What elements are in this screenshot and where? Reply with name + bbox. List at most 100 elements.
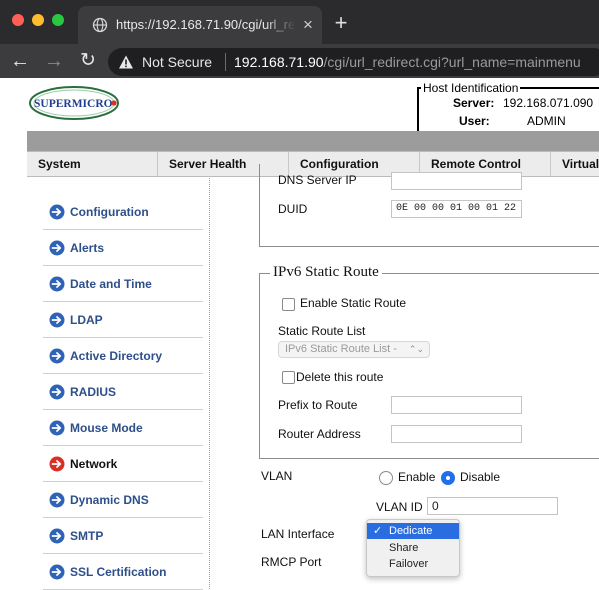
ipv6-static-route-group: IPv6 Static Route Enable Static Route St…: [259, 264, 599, 459]
arrow-right-circle-icon: [49, 276, 65, 292]
host-identification-box: Host Identification Server: 192.168.071.…: [417, 81, 599, 133]
lan-interface-option-share[interactable]: Share: [367, 540, 459, 556]
router-address-input[interactable]: [391, 425, 522, 443]
vlan-id-label: VLAN ID: [376, 500, 423, 514]
sidebar-item-smtp[interactable]: SMTP: [43, 518, 203, 554]
address-bar[interactable]: Not Secure 192.168.71.90/cgi/url_redirec…: [108, 48, 599, 76]
forward-arrow-icon[interactable]: →: [42, 49, 66, 73]
arrow-right-circle-icon: [49, 564, 65, 580]
arrow-right-circle-icon: [49, 492, 65, 508]
delete-route-label[interactable]: Delete this route: [296, 370, 383, 384]
sidebar-item-configuration[interactable]: Configuration: [43, 194, 203, 230]
dns-server-ip-label: DNS Server IP: [278, 173, 357, 187]
delete-route-checkbox[interactable]: [282, 371, 295, 384]
enable-static-route-checkbox[interactable]: [282, 298, 295, 311]
server-value: 192.168.071.090: [503, 96, 594, 110]
browser-tab[interactable]: https://192.168.71.90/cgi/url_re ×: [78, 6, 322, 44]
supermicro-logo[interactable]: SUPERMICRO: [28, 84, 120, 122]
sidebar-item-ldap[interactable]: LDAP: [43, 302, 203, 338]
url-host: 192.168.71.90: [234, 54, 324, 70]
router-address-label: Router Address: [278, 427, 361, 441]
globe-icon: [92, 17, 108, 33]
arrow-right-circle-icon: [49, 204, 65, 220]
host-identification-title: Host Identification: [421, 81, 521, 95]
dns-server-ip-input[interactable]: [391, 172, 522, 190]
ipv6-settings-group: DNS Server IP DUID 0E 00 00 01 00 01 22 …: [259, 164, 599, 247]
option-label: Share: [389, 542, 419, 554]
vlan-disable-label[interactable]: Disable: [460, 470, 500, 484]
url-text[interactable]: 192.168.71.90/cgi/url_redirect.cgi?url_n…: [234, 54, 581, 70]
duid-input[interactable]: 0E 00 00 01 00 01 22 9E: [391, 200, 522, 218]
lan-interface-label: LAN Interface: [261, 527, 335, 541]
sidebar-item-network[interactable]: Network: [43, 446, 203, 482]
sidebar-item-label: SSL Certification: [70, 565, 167, 579]
sidebar-item-label: RADIUS: [70, 385, 117, 399]
sidebar-divider: [209, 178, 210, 589]
ipv6-static-route-legend: IPv6 Static Route: [270, 264, 382, 281]
arrow-right-circle-icon: [49, 528, 65, 544]
sidebar-item-label: Active Directory: [70, 349, 163, 363]
lan-interface-option-failover[interactable]: Failover: [367, 556, 459, 572]
url-separator: [225, 53, 226, 71]
option-label: Failover: [389, 558, 429, 570]
tab-title-fade: [264, 12, 296, 38]
duid-label: DUID: [278, 202, 308, 216]
header-divider-bar: [27, 131, 599, 151]
vlan-id-input[interactable]: 0: [427, 497, 558, 515]
sidebar-item-date-and-time[interactable]: Date and Time: [43, 266, 203, 302]
close-tab-icon[interactable]: ×: [298, 15, 318, 35]
back-arrow-icon[interactable]: ←: [8, 49, 32, 73]
logo-wordmark: SUPERMICRO: [34, 98, 113, 110]
static-route-list-select[interactable]: IPv6 Static Route List - ⌃⌄: [278, 341, 430, 358]
window-minimize-button[interactable]: [32, 14, 44, 26]
server-label: Server:: [453, 96, 495, 110]
vlan-enable-radio[interactable]: [379, 471, 393, 485]
sidebar-item-mouse-mode[interactable]: Mouse Mode: [43, 410, 203, 446]
window-zoom-button[interactable]: [52, 14, 64, 26]
prefix-to-route-label: Prefix to Route: [278, 398, 358, 412]
option-label: Dedicate: [389, 525, 433, 537]
select-arrows-icon: ⌃⌄: [408, 344, 424, 354]
url-path: /cgi/url_redirect.cgi?url_name=mainmenu: [323, 54, 581, 70]
warning-triangle-icon[interactable]: [118, 54, 134, 70]
sidebar-item-label: LDAP: [70, 313, 103, 327]
nav-system[interactable]: System: [27, 152, 158, 176]
new-tab-button[interactable]: +: [330, 12, 352, 34]
static-route-list-label: Static Route List: [278, 324, 366, 338]
lan-interface-option-dedicate[interactable]: ✓ Dedicate: [367, 523, 459, 539]
arrow-right-circle-icon: [49, 240, 65, 256]
checkmark-icon: ✓: [373, 525, 383, 537]
vlan-disable-radio[interactable]: [441, 471, 455, 485]
network-settings-panel: DNS Server IP DUID 0E 00 00 01 00 01 22 …: [212, 164, 599, 587]
not-secure-label[interactable]: Not Secure: [142, 54, 212, 70]
sidebar-item-label: Mouse Mode: [70, 421, 143, 435]
browser-toolbar: ← → ↻ Not Secure 192.168.71.90/cgi/url_r…: [0, 44, 599, 78]
arrow-right-circle-icon: [49, 456, 65, 472]
sidebar-item-label: Alerts: [70, 241, 105, 255]
sidebar-item-label: Configuration: [70, 205, 149, 219]
enable-static-route-label[interactable]: Enable Static Route: [300, 296, 406, 310]
window-close-button[interactable]: [12, 14, 24, 26]
lan-interface-dropdown[interactable]: ✓ Dedicate Share Failover: [366, 519, 460, 577]
sidebar-item-label: Network: [70, 457, 118, 471]
rmcp-port-label: RMCP Port: [261, 555, 322, 569]
sidebar-item-radius[interactable]: RADIUS: [43, 374, 203, 410]
vlan-enable-label[interactable]: Enable: [398, 470, 435, 484]
prefix-to-route-input[interactable]: [391, 396, 522, 414]
user-label: User:: [459, 114, 490, 128]
sidebar-item-dynamic-dns[interactable]: Dynamic DNS: [43, 482, 203, 518]
sidebar-item-active-directory[interactable]: Active Directory: [43, 338, 203, 374]
user-value: ADMIN: [527, 114, 566, 128]
sidebar-item-alerts[interactable]: Alerts: [43, 230, 203, 266]
arrow-right-circle-icon: [49, 348, 65, 364]
sidebar: Configuration Alerts Date and Time LDAP Acti…: [27, 176, 211, 590]
reload-icon[interactable]: ↻: [76, 49, 100, 73]
arrow-right-circle-icon: [49, 420, 65, 436]
sidebar-item-ssl-certification[interactable]: SSL Certification: [43, 554, 203, 590]
sidebar-item-label: SMTP: [70, 529, 104, 543]
arrow-right-circle-icon: [49, 384, 65, 400]
vlan-label: VLAN: [261, 469, 293, 483]
browser-tab-strip: https://192.168.71.90/cgi/url_re × +: [0, 0, 599, 44]
sidebar-item-label: Dynamic DNS: [70, 493, 149, 507]
arrow-right-circle-icon: [49, 312, 65, 328]
